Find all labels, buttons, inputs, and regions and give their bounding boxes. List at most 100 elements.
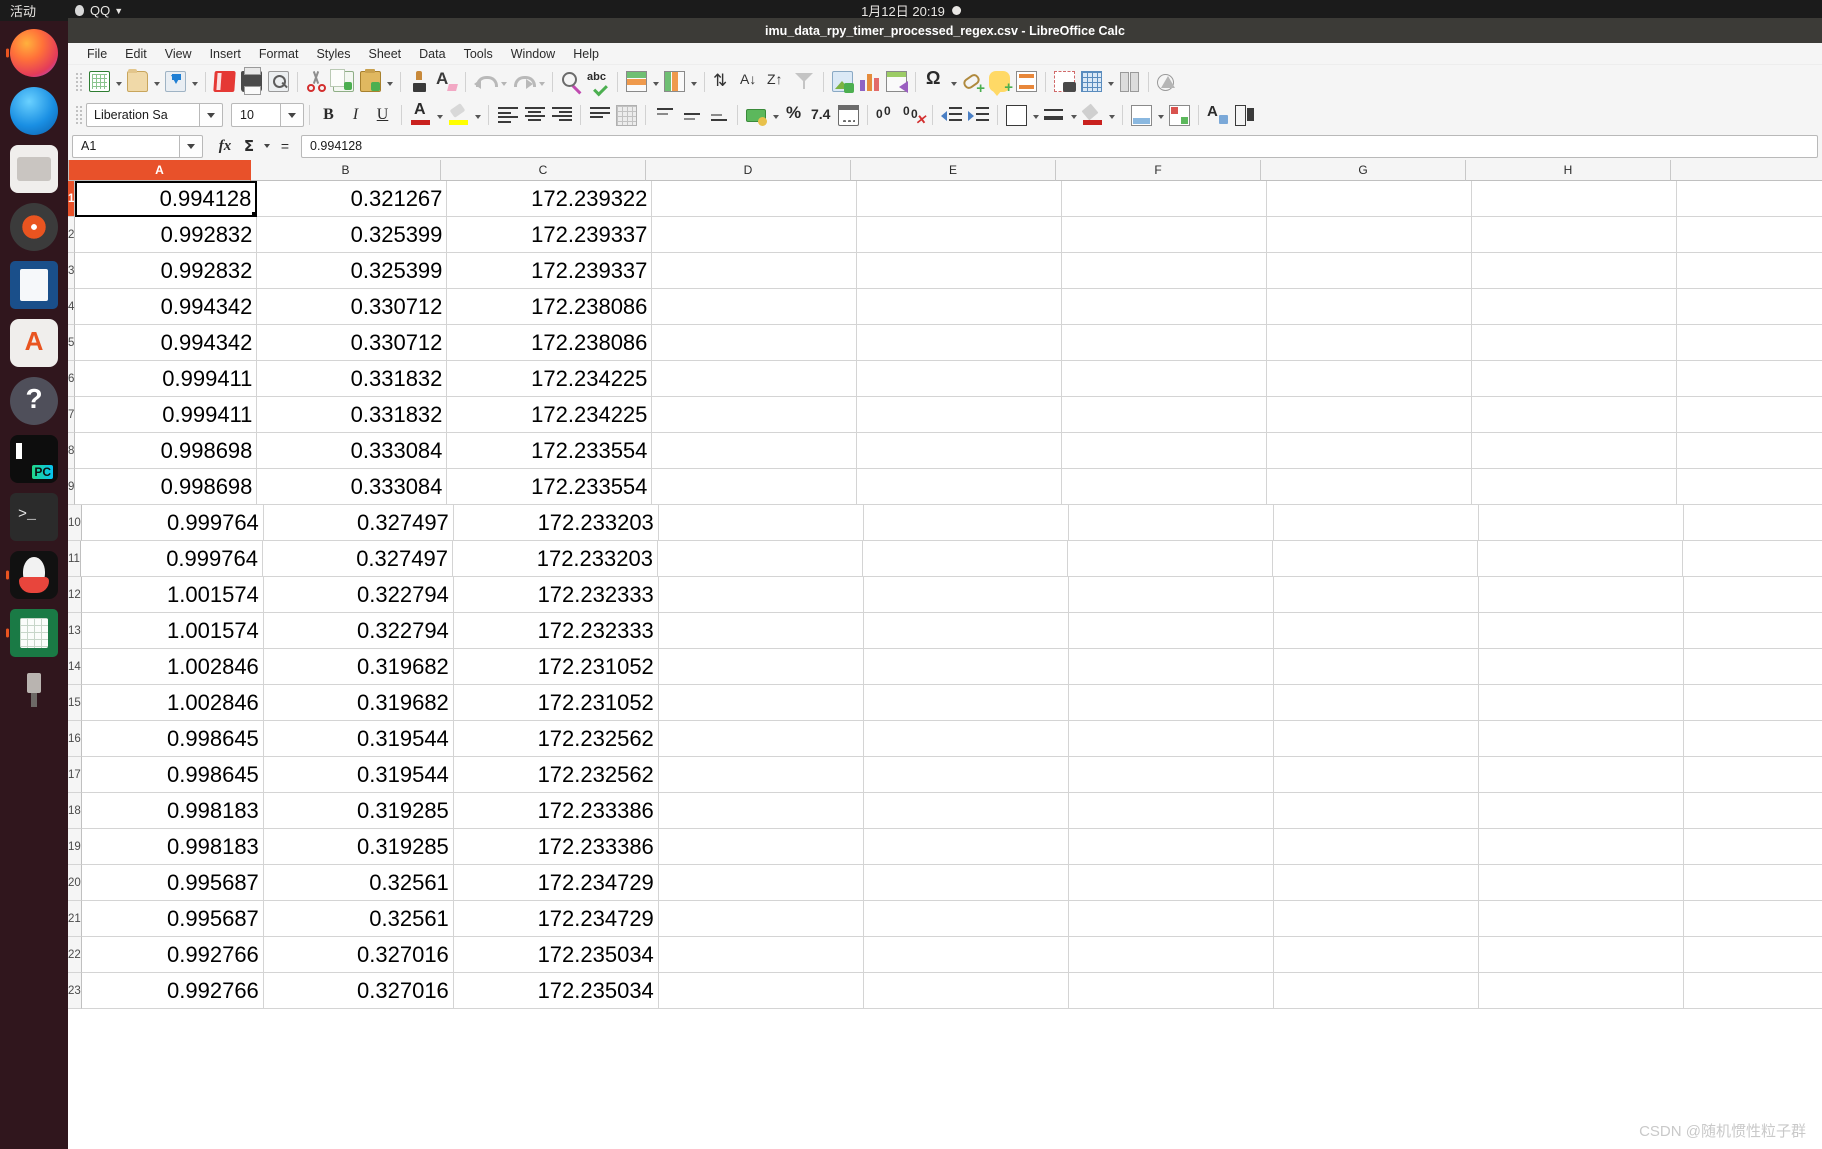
- cell-E21[interactable]: [863, 901, 1069, 937]
- border-style-button[interactable]: [1041, 102, 1068, 129]
- sort-ascending-button[interactable]: A↓: [737, 68, 764, 95]
- cell-A3[interactable]: 0.992832: [75, 253, 258, 289]
- cell-C20[interactable]: 172.234729: [453, 865, 659, 901]
- cell-G7[interactable]: [1267, 397, 1473, 433]
- cell-H16[interactable]: [1478, 721, 1684, 757]
- row-header-10[interactable]: 10: [68, 505, 82, 541]
- cell-E10[interactable]: [863, 505, 1069, 541]
- insert-comment-button[interactable]: [986, 68, 1013, 96]
- row-header-17[interactable]: 17: [68, 757, 82, 793]
- cell-E23[interactable]: [863, 973, 1069, 1009]
- column-header-e[interactable]: E: [851, 160, 1056, 181]
- row-header-8[interactable]: 8: [68, 433, 76, 469]
- cell-B1[interactable]: 0.321267: [257, 181, 448, 217]
- cell-I10[interactable]: [1683, 505, 1822, 541]
- sort-descending-button[interactable]: Z↑: [764, 68, 791, 95]
- cell-D16[interactable]: [658, 721, 864, 757]
- cell-D7[interactable]: [652, 397, 858, 433]
- spelling-button[interactable]: [585, 68, 612, 95]
- print-preview-button[interactable]: [265, 68, 292, 95]
- cell-C9[interactable]: 172.233554: [447, 469, 653, 505]
- print-button[interactable]: [238, 67, 265, 95]
- cell-I8[interactable]: [1677, 433, 1822, 469]
- menu-data[interactable]: Data: [410, 45, 454, 63]
- menu-window[interactable]: Window: [502, 45, 564, 63]
- name-box-dropdown[interactable]: [180, 134, 203, 158]
- cell-A5[interactable]: 0.994342: [75, 325, 258, 361]
- cell-F20[interactable]: [1068, 865, 1274, 901]
- cell-A15[interactable]: 1.002846: [81, 685, 264, 721]
- column-header-d[interactable]: D: [646, 160, 851, 181]
- sum-button[interactable]: Σ: [237, 135, 261, 158]
- formula-input-line[interactable]: 0.994128: [301, 134, 1818, 158]
- cell-G4[interactable]: [1267, 289, 1473, 325]
- row-header-4[interactable]: 4: [68, 289, 76, 325]
- cell-A8[interactable]: 0.998698: [75, 433, 258, 469]
- cell-A23[interactable]: 0.992766: [81, 973, 264, 1009]
- cell-C13[interactable]: 172.232333: [453, 613, 659, 649]
- split-window-button[interactable]: [1116, 68, 1143, 95]
- cell-B17[interactable]: 0.319544: [263, 757, 454, 793]
- row-header-6[interactable]: 6: [68, 361, 76, 397]
- cell-F12[interactable]: [1068, 577, 1274, 613]
- cell-G10[interactable]: [1273, 505, 1479, 541]
- delete-decimal-place-button[interactable]: ✕: [900, 102, 927, 129]
- cell-H9[interactable]: [1472, 469, 1678, 505]
- dock-item-usb-drive[interactable]: [10, 667, 58, 715]
- cell-E11[interactable]: [862, 541, 1068, 577]
- font-size-dropdown[interactable]: [281, 103, 304, 127]
- cell-I7[interactable]: [1677, 397, 1822, 433]
- cell-D14[interactable]: [658, 649, 864, 685]
- align-bottom-button[interactable]: [705, 102, 732, 129]
- cell-B12[interactable]: 0.322794: [263, 577, 454, 613]
- cell-E1[interactable]: [857, 181, 1063, 217]
- bold-button[interactable]: B: [315, 102, 342, 129]
- cell-D15[interactable]: [658, 685, 864, 721]
- cell-B7[interactable]: 0.331832: [257, 397, 448, 433]
- format-as-date-button[interactable]: [835, 102, 862, 129]
- export-pdf-button[interactable]: [211, 68, 238, 95]
- column-header-g[interactable]: G: [1261, 160, 1466, 181]
- cell-A6[interactable]: 0.999411: [75, 361, 258, 397]
- activities-button[interactable]: 活动: [10, 1, 36, 20]
- cell-G14[interactable]: [1273, 649, 1479, 685]
- cell-A14[interactable]: 1.002846: [81, 649, 264, 685]
- row-header-11[interactable]: 11: [68, 541, 81, 577]
- font-color-dropdown[interactable]: [434, 102, 445, 128]
- menu-insert[interactable]: Insert: [201, 45, 250, 63]
- row-header-1[interactable]: 1: [68, 181, 76, 217]
- cell-E22[interactable]: [863, 937, 1069, 973]
- cell-F19[interactable]: [1068, 829, 1274, 865]
- cell-H8[interactable]: [1472, 433, 1678, 469]
- cell-D1[interactable]: [652, 181, 858, 217]
- function-wizard-button[interactable]: fx: [213, 135, 237, 158]
- special-character-dropdown[interactable]: [948, 69, 959, 95]
- cell-H20[interactable]: [1478, 865, 1684, 901]
- cell-I2[interactable]: [1677, 217, 1822, 253]
- dock-item-qq[interactable]: [6, 551, 58, 599]
- cell-A19[interactable]: 0.998183: [81, 829, 264, 865]
- cell-G19[interactable]: [1273, 829, 1479, 865]
- cell-C18[interactable]: 172.233386: [453, 793, 659, 829]
- cell-H6[interactable]: [1472, 361, 1678, 397]
- cell-E7[interactable]: [857, 397, 1063, 433]
- cell-I3[interactable]: [1677, 253, 1822, 289]
- cell-H4[interactable]: [1472, 289, 1678, 325]
- cell-G23[interactable]: [1273, 973, 1479, 1009]
- toolbar-grip-icon[interactable]: [75, 71, 83, 92]
- add-decimal-place-button[interactable]: [873, 102, 900, 129]
- insert-chart-button[interactable]: [856, 68, 883, 95]
- cell-F23[interactable]: [1068, 973, 1274, 1009]
- cell-B2[interactable]: 0.325399: [257, 217, 448, 253]
- sidebar-settings-button[interactable]: [1231, 102, 1258, 129]
- pivot-table-button[interactable]: [883, 68, 910, 95]
- cell-C11[interactable]: 172.233203: [452, 541, 658, 577]
- border-color-dropdown[interactable]: [1106, 102, 1117, 128]
- row-header-15[interactable]: 15: [68, 685, 82, 721]
- show-draw-functions-button[interactable]: [1154, 68, 1181, 95]
- cell-B5[interactable]: 0.330712: [257, 325, 448, 361]
- cell-C7[interactable]: 172.234225: [447, 397, 653, 433]
- cell-D21[interactable]: [658, 901, 864, 937]
- dock-item-libreoffice-writer[interactable]: [10, 261, 58, 309]
- cell-G13[interactable]: [1273, 613, 1479, 649]
